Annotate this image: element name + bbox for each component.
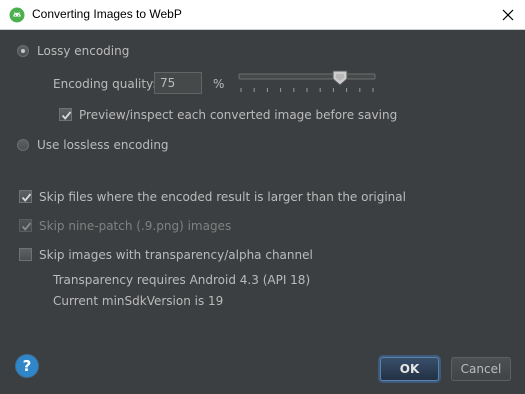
skip-transparency-checkbox[interactable] — [19, 248, 32, 261]
checkmark-icon — [21, 222, 32, 231]
slider-ticks — [240, 88, 374, 92]
lossy-encoding-label: Lossy encoding — [37, 44, 130, 58]
encoding-quality-slider[interactable] — [238, 70, 376, 100]
encoding-quality-label: Encoding quality: — [53, 77, 157, 91]
title-bar: Converting Images to WebP — [0, 0, 525, 30]
slider-thumb — [332, 70, 348, 86]
min-sdk-note: Current minSdkVersion is 19 — [53, 294, 224, 308]
checkmark-icon — [61, 111, 72, 120]
skip-larger-label: Skip files where the encoded result is l… — [39, 190, 406, 204]
lossless-encoding-label: Use lossless encoding — [37, 138, 169, 152]
percent-label: % — [213, 77, 225, 91]
skip-transparency-label: Skip images with transparency/alpha chan… — [39, 248, 313, 262]
skip-larger-checkbox[interactable] — [19, 190, 32, 203]
help-button[interactable]: ? — [16, 355, 38, 377]
dialog-content: Lossy encoding Encoding quality: % Previ… — [0, 30, 525, 394]
close-icon — [502, 9, 514, 20]
window-title: Converting Images to WebP — [32, 7, 182, 21]
ok-button[interactable]: OK — [380, 357, 439, 381]
skip-ninepatch-label: Skip nine-patch (.9.png) images — [39, 219, 232, 233]
close-button[interactable] — [491, 0, 525, 29]
android-studio-icon — [9, 7, 25, 23]
cancel-button[interactable]: Cancel — [451, 357, 511, 381]
lossless-encoding-radio[interactable] — [17, 139, 29, 151]
preview-checkbox[interactable] — [59, 108, 72, 121]
checkmark-icon — [21, 193, 32, 202]
transparency-note: Transparency requires Android 4.3 (API 1… — [53, 273, 311, 287]
preview-label: Preview/inspect each converted image bef… — [79, 108, 398, 122]
slider-track — [238, 73, 376, 80]
lossy-encoding-radio[interactable] — [17, 45, 29, 57]
help-icon: ? — [22, 357, 32, 375]
skip-ninepatch-checkbox — [19, 219, 32, 232]
encoding-quality-input[interactable] — [154, 72, 202, 94]
